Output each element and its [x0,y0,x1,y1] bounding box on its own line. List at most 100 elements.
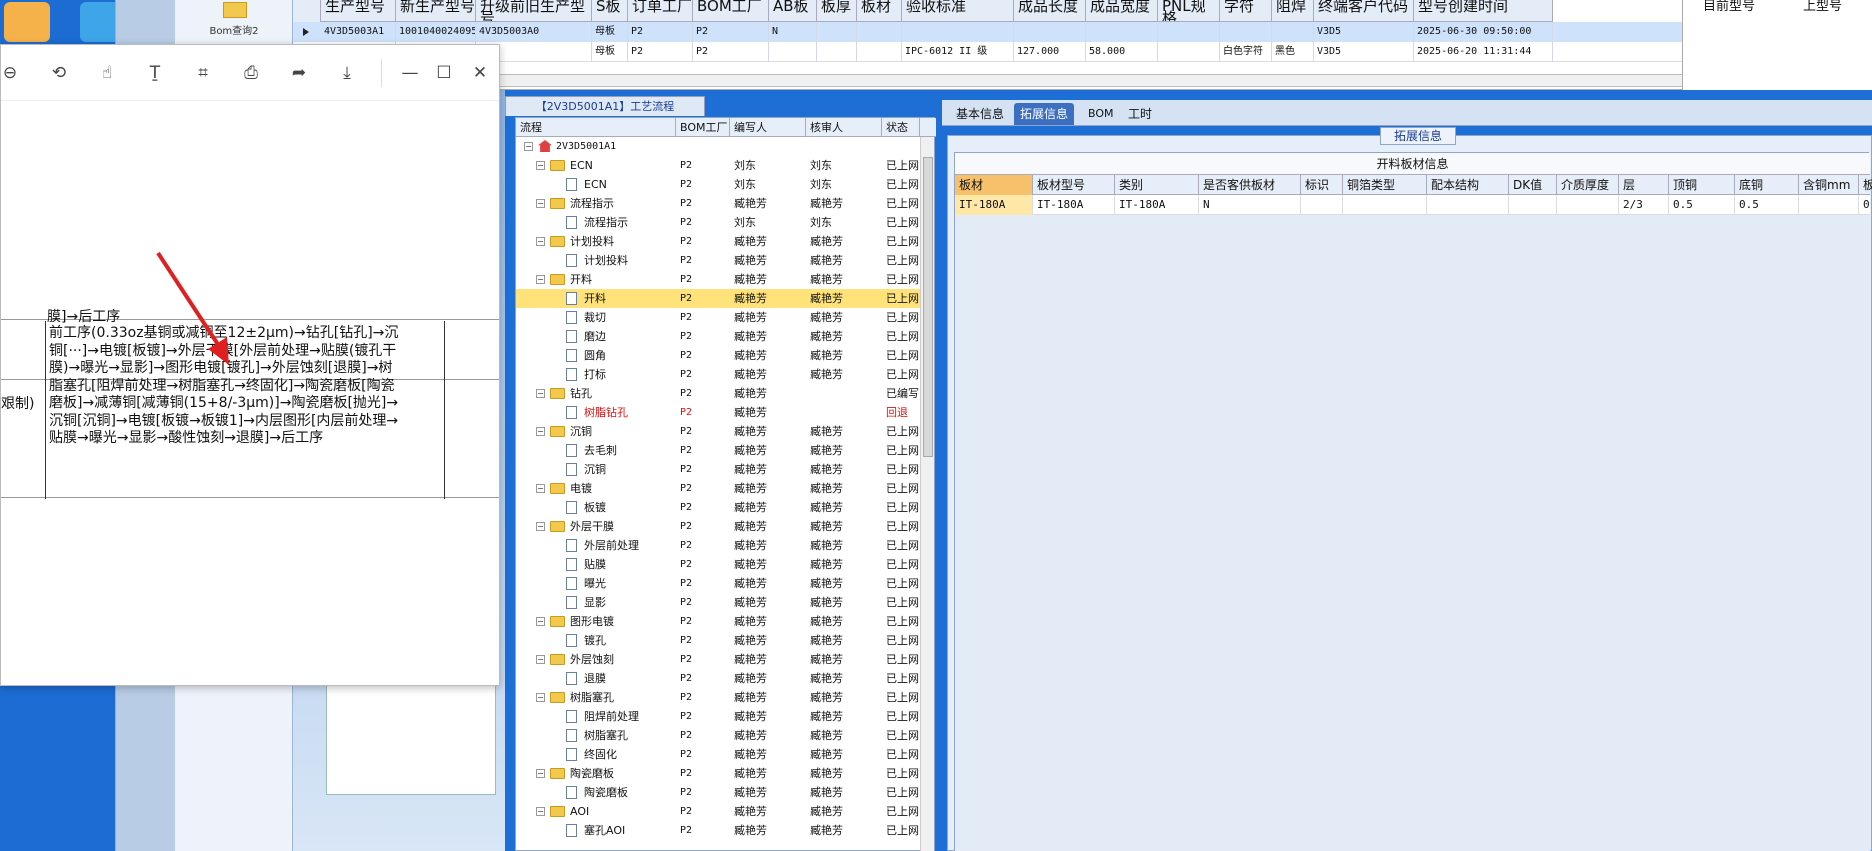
tree-row[interactable]: 打标 P2 臧艳芳 臧艳芳 已上网 [516,365,920,384]
tree-row[interactable]: 沉铜 P2 臧艳芳 臧艳芳 已上网 [516,460,920,479]
rotate-icon[interactable]: ⟲ [46,60,72,86]
tree-row[interactable]: 计划投料 P2 臧艳芳 臧艳芳 已上网 [516,251,920,270]
tree-row[interactable]: 磨边 P2 臧艳芳 臧艳芳 已上网 [516,327,920,346]
tree-row[interactable]: − 开料 P2 臧艳芳 臧艳芳 已上网 [516,270,920,289]
tree-row[interactable]: 贴膜 P2 臧艳芳 臧艳芳 已上网 [516,555,920,574]
column-header[interactable]: 含铜mm [1799,175,1859,195]
expander-icon[interactable]: − [536,769,545,778]
tree-row[interactable]: − ECN P2 刘东 刘东 已上网 [516,156,920,175]
table-cell[interactable]: N [1199,195,1301,215]
column-header[interactable]: 板材 [955,175,1033,195]
table-cell[interactable] [1557,195,1619,215]
table-cell[interactable]: 2/3 [1619,195,1669,215]
column-header[interactable]: AB板 [769,0,817,22]
tree-row[interactable]: 显影 P2 臧艳芳 臧艳芳 已上网 [516,593,920,612]
column-header[interactable]: S板 [592,0,628,22]
maximize-icon[interactable]: ☐ [431,60,457,86]
expander-icon[interactable]: − [536,161,545,170]
column-header[interactable]: PNL规格 [1158,0,1220,22]
tree-row[interactable]: 镀孔 P2 臧艳芳 臧艳芳 已上网 [516,631,920,650]
column-header[interactable]: 铜箔类型 [1343,175,1427,195]
table-cell[interactable] [1509,195,1557,215]
column-header[interactable]: DK值 [1509,175,1557,195]
table-cell[interactable]: P2 [628,42,693,62]
table-cell[interactable]: P2 [628,22,693,42]
column-header[interactable]: 配本结构 [1427,175,1509,195]
column-header[interactable]: 型号创建时间 [1414,0,1553,22]
close-icon[interactable]: ✕ [467,60,493,86]
table-cell[interactable] [1343,195,1427,215]
table-cell[interactable] [817,42,857,62]
column-header[interactable]: 板材型号 [1033,175,1115,195]
crop-icon[interactable]: ⌗ [190,60,216,86]
column-header[interactable]: 板材 [857,0,902,22]
tree-row[interactable]: 树脂钻孔 P2 臧艳芳 回退 [516,403,920,422]
bom-query-label[interactable]: Bom查询2 [175,22,293,37]
tree-row[interactable]: 板镀 P2 臧艳芳 臧艳芳 已上网 [516,498,920,517]
tree-row[interactable]: − 树脂塞孔 P2 臧艳芳 臧艳芳 已上网 [516,688,920,707]
table-cell[interactable]: 白色字符 [1220,42,1272,62]
table-cell[interactable]: 4V3D5003A1 [321,22,396,42]
tree-row[interactable]: 树脂塞孔 P2 臧艳芳 臧艳芳 已上网 [516,726,920,745]
tab-extended-info[interactable]: 拓展信息 [1014,103,1075,125]
tree-row[interactable]: − 钻孔 P2 臧艳芳 已编写 [516,384,920,403]
table-cell[interactable]: 10010400240954 [396,22,476,42]
expander-icon[interactable]: − [536,389,545,398]
column-header[interactable]: 升级前旧生产型号 [476,0,592,22]
column-header-reviewer[interactable]: 核审人 [806,118,882,137]
table-cell[interactable]: V3D5 [1314,42,1414,62]
tree-row[interactable]: − 计划投料 P2 臧艳芳 臧艳芳 已上网 [516,232,920,251]
column-header-writer[interactable]: 编写人 [730,118,806,137]
zoom-out-icon[interactable]: ⊖ [0,60,23,86]
table-cell[interactable]: 2025-06-30 09:50:00 [1414,22,1553,42]
column-header-status[interactable]: 状态 [882,118,920,137]
tab-basic-info[interactable]: 基本信息 [950,103,1010,125]
expander-icon[interactable]: − [536,237,545,246]
column-header[interactable]: 底铜 [1735,175,1799,195]
table-cell[interactable] [1158,42,1220,62]
table-cell[interactable] [902,22,1014,42]
column-header[interactable]: 板mm [1859,175,1872,195]
tree-row[interactable]: − 沉铜 P2 臧艳芳 臧艳芳 已上网 [516,422,920,441]
expander-icon[interactable]: − [536,655,545,664]
column-header[interactable]: 顶铜 [1669,175,1735,195]
expander-icon[interactable]: − [536,275,545,284]
table-cell[interactable]: IPC-6012 II 级 [902,42,1014,62]
column-header[interactable]: 上型号 [1803,0,1842,14]
column-header[interactable]: 新生产型号 [396,0,476,22]
download-icon[interactable]: ⤓ [334,60,360,86]
column-header[interactable]: BOM工厂 [693,0,769,22]
table-cell[interactable] [1158,22,1220,42]
table-cell[interactable] [857,22,902,42]
column-header-flow[interactable]: 流程 [516,118,676,137]
table-cell[interactable] [1272,22,1314,42]
table-cell[interactable]: 4V3D5003A0 [476,22,592,42]
tree-row[interactable]: − 外层蚀刻 P2 臧艳芳 臧艳芳 已上网 [516,650,920,669]
folder-icon[interactable] [223,2,247,18]
tab-work-hours[interactable]: 工时 [1122,103,1158,125]
table-cell[interactable] [1220,22,1272,42]
column-header[interactable]: 阻焊 [1272,0,1314,22]
tree-row[interactable]: 圆角 P2 臧艳芳 臧艳芳 已上网 [516,346,920,365]
table-cell[interactable]: N [769,22,817,42]
column-header[interactable]: 验收标准 [902,0,1014,22]
tree-row[interactable]: 终固化 P2 臧艳芳 臧艳芳 已上网 [516,745,920,764]
minimize-icon[interactable]: — [397,60,423,86]
tree-row[interactable]: 阻焊前处理 P2 臧艳芳 臧艳芳 已上网 [516,707,920,726]
table-cell[interactable]: IT-180A [1033,195,1115,215]
table-cell[interactable]: 2025-06-20 11:31:44 [1414,42,1553,62]
column-header[interactable]: 类别 [1115,175,1199,195]
table-cell[interactable]: IT-180A [955,195,1033,215]
column-header[interactable]: 订单工厂 [628,0,693,22]
expander-icon[interactable]: − [536,617,545,626]
column-header[interactable]: 终端客户代码 [1314,0,1414,22]
tree-row[interactable]: − 陶瓷磨板 P2 臧艳芳 臧艳芳 已上网 [516,764,920,783]
table-cell[interactable]: 0.5 [1669,195,1735,215]
tree-row[interactable]: 陶瓷磨板 P2 臧艳芳 臧艳芳 已上网 [516,783,920,802]
column-header[interactable]: 介质厚度 [1557,175,1619,195]
expander-icon[interactable]: − [536,807,545,816]
tree-row[interactable]: − 流程指示 P2 臧艳芳 臧艳芳 已上网 [516,194,920,213]
table-cell[interactable] [1014,22,1086,42]
table-cell[interactable] [1799,195,1859,215]
tree-row[interactable]: 裁切 P2 臧艳芳 臧艳芳 已上网 [516,308,920,327]
